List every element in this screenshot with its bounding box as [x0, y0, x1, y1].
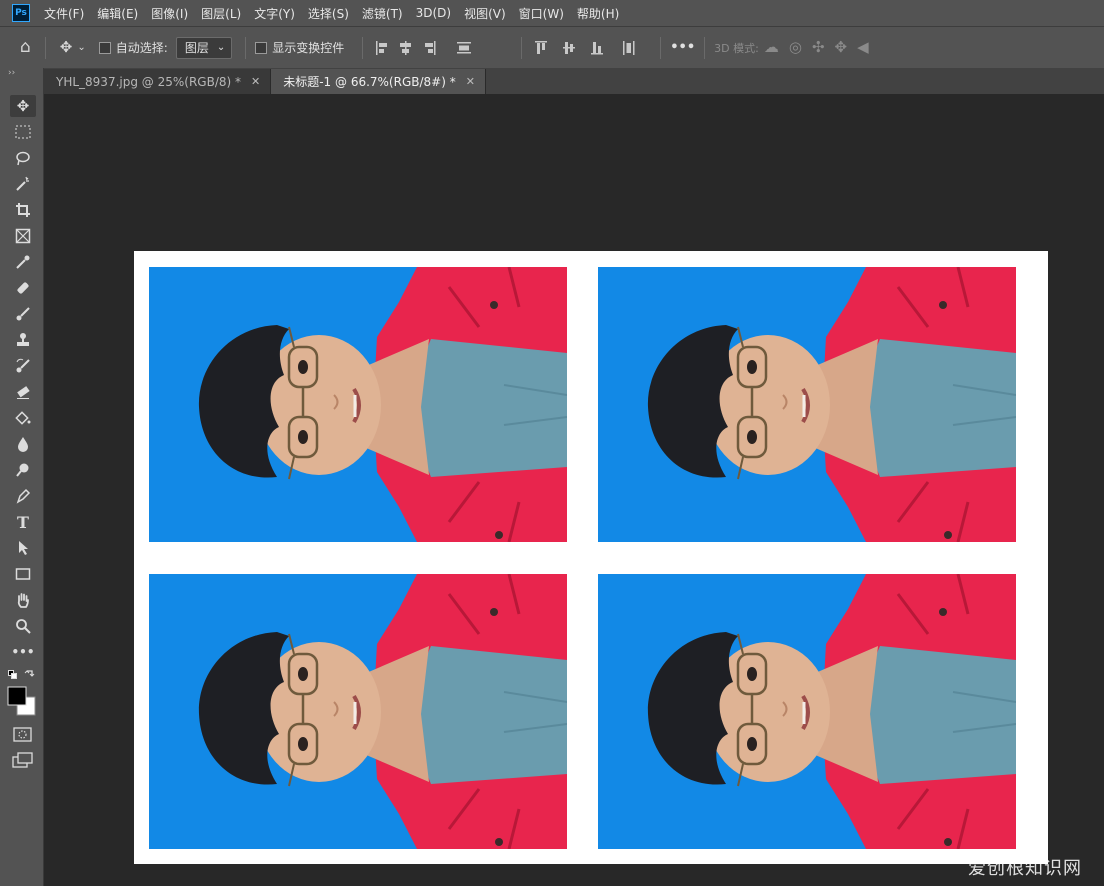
align-vertical-group	[535, 40, 635, 55]
menu-window[interactable]: 窗口(W)	[519, 5, 564, 22]
healing-brush-tool-icon[interactable]	[10, 277, 36, 299]
id-photo	[149, 574, 567, 849]
brush-tool-icon[interactable]	[10, 303, 36, 325]
crop-tool-icon[interactable]	[10, 199, 36, 221]
3d-roll-icon[interactable]: ◎	[789, 40, 802, 55]
color-swatches[interactable]	[7, 686, 39, 718]
home-icon[interactable]: ⌂	[20, 39, 31, 56]
align-buttons-group	[376, 40, 472, 55]
menu-filter[interactable]: 滤镜(T)	[362, 5, 403, 22]
menu-edit[interactable]: 编辑(E)	[97, 5, 138, 22]
id-photo	[598, 267, 1016, 542]
align-top-icon	[535, 40, 548, 54]
align-left-icon	[376, 40, 388, 55]
auto-select-checkbox[interactable]	[98, 41, 111, 54]
3d-mode-label: 3D 模式:	[714, 41, 759, 55]
tools-panel: ›› ✥ T •••	[0, 68, 44, 886]
eyedropper-tool-icon[interactable]	[10, 251, 36, 273]
menu-file[interactable]: 文件(F)	[44, 5, 84, 22]
id-photo	[149, 267, 567, 542]
type-tool-icon[interactable]: T	[10, 511, 36, 533]
move-icon[interactable]: ✥	[60, 40, 73, 55]
divider	[362, 36, 364, 59]
paint-bucket-tool-icon[interactable]	[10, 407, 36, 429]
auto-select-value: 图层	[184, 41, 209, 55]
marquee-tool-icon[interactable]	[10, 121, 36, 143]
document-canvas[interactable]	[134, 251, 1048, 864]
align-vcenter-icon	[563, 41, 576, 54]
menu-layer[interactable]: 图层(L)	[201, 5, 241, 22]
show-transform-checkbox[interactable]	[255, 41, 268, 54]
more-tools-icon[interactable]: •••	[10, 641, 36, 663]
pen-tool-icon[interactable]	[10, 485, 36, 507]
auto-select-label: 自动选择:	[115, 41, 168, 55]
menu-view[interactable]: 视图(V)	[464, 5, 506, 22]
frame-tool-icon[interactable]	[10, 225, 36, 247]
divider	[704, 36, 706, 59]
lasso-tool-icon[interactable]	[10, 147, 36, 169]
screen-mode-icon[interactable]	[12, 752, 34, 768]
chevron-down-icon[interactable]: ⌄	[77, 42, 85, 53]
history-brush-tool-icon[interactable]	[10, 355, 36, 377]
collapse-panel-icon[interactable]: ››	[8, 68, 15, 78]
path-selection-tool-icon[interactable]	[10, 537, 36, 559]
align-right-icon	[425, 40, 436, 55]
blur-tool-icon[interactable]	[10, 433, 36, 455]
show-transform-label: 显示变换控件	[272, 41, 345, 55]
watermark-text: 爱创根知识网	[968, 858, 1082, 879]
tab-yhl-8937[interactable]: YHL_8937.jpg @ 25%(RGB/8) * ✕	[44, 69, 272, 94]
more-options-icon[interactable]: •••	[670, 40, 695, 55]
tab-label: YHL_8937.jpg @ 25%(RGB/8) *	[56, 74, 241, 89]
menu-3d[interactable]: 3D(D)	[416, 6, 451, 20]
photoshop-logo[interactable]: Ps	[12, 4, 30, 22]
menu-help[interactable]: 帮助(H)	[577, 5, 619, 22]
eraser-tool-icon[interactable]	[10, 381, 36, 403]
distribute-icon	[457, 41, 472, 53]
close-icon[interactable]: ✕	[466, 75, 475, 88]
hand-tool-icon[interactable]	[10, 589, 36, 611]
rectangle-tool-icon[interactable]	[10, 563, 36, 585]
menu-select[interactable]: 选择(S)	[308, 5, 349, 22]
quick-mask-icon[interactable]	[13, 727, 33, 743]
divider	[44, 36, 46, 59]
align-bottom-icon	[591, 41, 604, 54]
divider	[521, 36, 523, 59]
menu-image[interactable]: 图像(I)	[151, 5, 188, 22]
foreground-color-swatch	[7, 686, 27, 706]
options-bar: ⌂ ✥ ⌄ 自动选择: 图层 ⌄ 显示变换控件 ••• 3D 模式: ☁ ◎ ✣…	[0, 26, 1104, 68]
divider	[245, 36, 247, 59]
divider	[660, 36, 662, 59]
swap-default-colors-icon[interactable]	[8, 668, 36, 680]
tab-label: 未标题-1 @ 66.7%(RGB/8#) *	[283, 75, 456, 89]
zoom-tool-icon[interactable]	[10, 615, 36, 637]
menu-type[interactable]: 文字(Y)	[254, 5, 295, 22]
magic-wand-tool-icon[interactable]	[10, 173, 36, 195]
chevron-down-icon: ⌄	[216, 42, 226, 53]
3d-camera-icon[interactable]: ◀	[857, 40, 869, 55]
close-icon[interactable]: ✕	[251, 75, 260, 88]
tab-untitled-1[interactable]: 未标题-1 @ 66.7%(RGB/8#) * ✕	[271, 69, 486, 94]
3d-slide-icon[interactable]: ✥	[835, 40, 848, 55]
3d-pan-icon[interactable]: ✣	[812, 40, 825, 55]
align-hcenter-icon	[400, 40, 412, 55]
document-tabs: YHL_8937.jpg @ 25%(RGB/8) * ✕ 未标题-1 @ 66…	[0, 68, 1104, 94]
3d-orbit-icon[interactable]: ☁	[764, 40, 779, 55]
distribute-horizontal-icon	[623, 40, 635, 55]
clone-stamp-tool-icon[interactable]	[10, 329, 36, 351]
dodge-tool-icon[interactable]	[10, 459, 36, 481]
move-tool-icon[interactable]: ✥	[10, 95, 36, 117]
id-photo	[598, 574, 1016, 849]
auto-select-dropdown[interactable]: 图层 ⌄	[175, 36, 233, 59]
menu-bar: Ps 文件(F) 编辑(E) 图像(I) 图层(L) 文字(Y) 选择(S) 滤…	[0, 0, 1104, 26]
